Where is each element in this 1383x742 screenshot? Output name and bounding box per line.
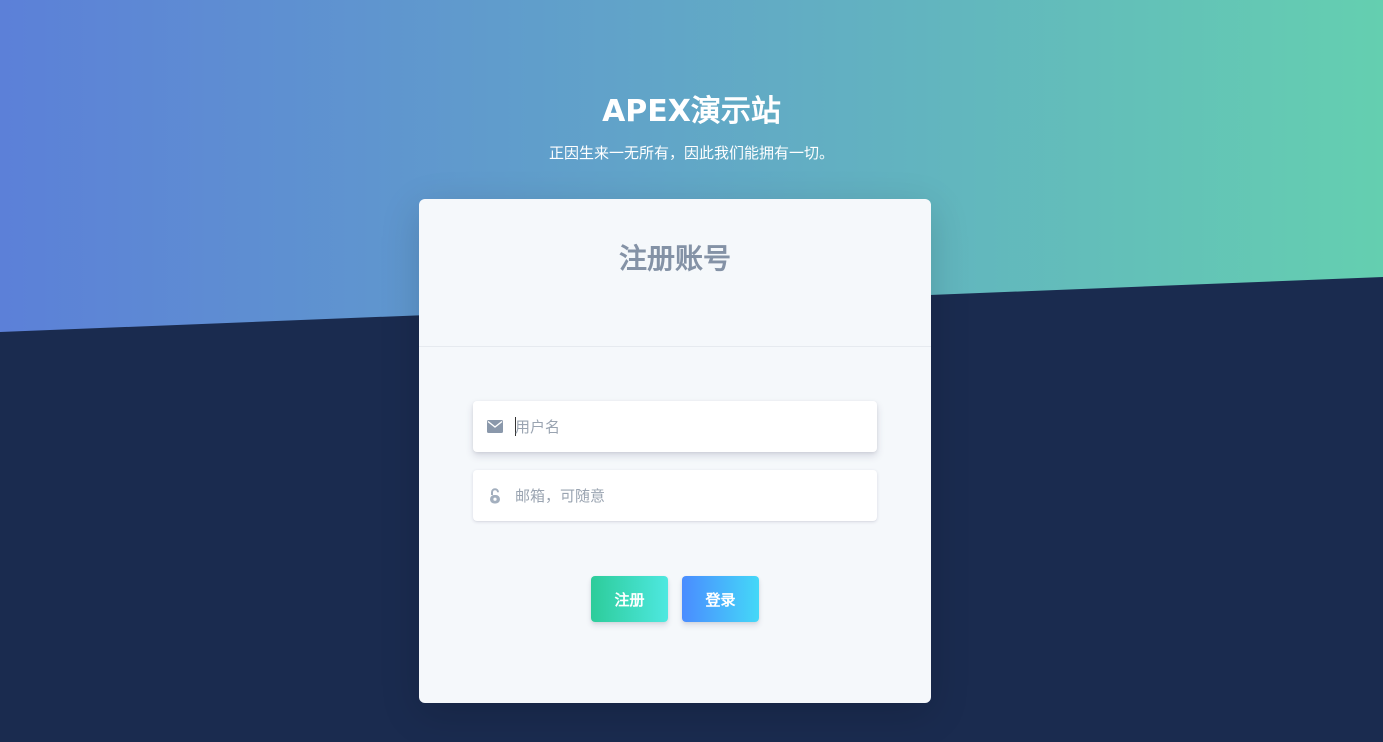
site-title: APEX演示站: [602, 94, 781, 129]
card-header: 注册账号: [419, 199, 931, 347]
username-input[interactable]: [515, 401, 877, 452]
register-card: 注册账号 注册 登录: [419, 199, 931, 703]
email-field[interactable]: [473, 470, 877, 521]
login-button[interactable]: 登录: [682, 576, 759, 622]
unlock-icon: [473, 470, 515, 521]
site-subtitle: 正因生来一无所有，因此我们能拥有一切。: [548, 144, 834, 162]
envelope-icon: [473, 401, 515, 452]
username-field[interactable]: [473, 401, 877, 452]
register-button[interactable]: 注册: [591, 576, 668, 622]
email-input[interactable]: [515, 470, 877, 521]
card-title: 注册账号: [618, 242, 731, 275]
